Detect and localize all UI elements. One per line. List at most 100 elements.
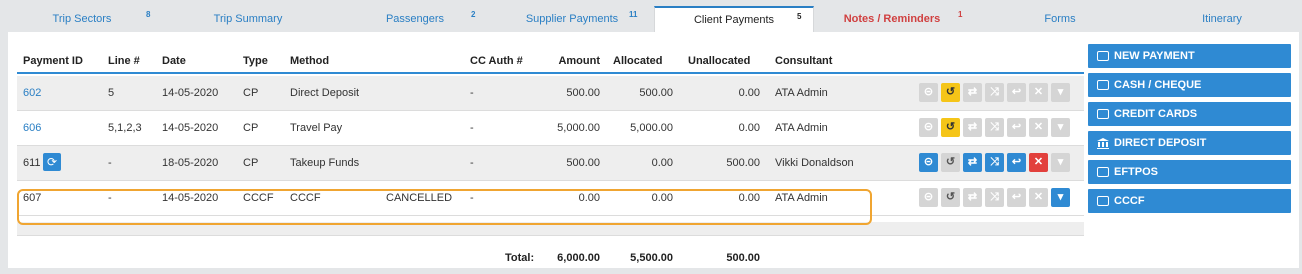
credit-cards-button[interactable]: CREDIT CARDS bbox=[1088, 102, 1291, 126]
direct-deposit-button[interactable]: DIRECT DEPOSIT bbox=[1088, 131, 1291, 155]
row-actions: ⊝ ↺ ⇄ ⤨ ↩ ✕ ▾ bbox=[919, 118, 1070, 137]
cell-date: 14-05-2020 bbox=[162, 122, 219, 134]
tab-forms[interactable]: Forms bbox=[970, 6, 1150, 32]
chevron-down-icon[interactable]: ▾ bbox=[1051, 153, 1070, 172]
cell-date: 18-05-2020 bbox=[162, 157, 219, 169]
cell-allocated: 500.00 bbox=[639, 87, 673, 99]
cell-method: Travel Pay bbox=[290, 122, 343, 134]
row-actions: ⊝ ↺ ⇄ ⤨ ↩ ✕ ▾ bbox=[919, 153, 1070, 172]
transfer-icon[interactable]: ⇄ bbox=[963, 153, 982, 172]
transfer-icon[interactable]: ⇄ bbox=[963, 83, 982, 102]
cash-cheque-button[interactable]: CASH / CHEQUE bbox=[1088, 73, 1291, 97]
cell-method: Takeup Funds bbox=[290, 157, 360, 169]
tab-passengers[interactable]: Passengers 2 bbox=[340, 6, 490, 32]
tab-label: Passengers bbox=[385, 13, 445, 25]
col-allocated: Allocated bbox=[613, 55, 663, 67]
tab-client-payments[interactable]: Client Payments 5 bbox=[654, 6, 814, 32]
chevron-down-icon[interactable]: ▾ bbox=[1051, 118, 1070, 137]
new-payment-button[interactable]: NEW PAYMENT bbox=[1088, 44, 1291, 68]
cell-type: CP bbox=[243, 87, 259, 99]
cell-type: CP bbox=[243, 157, 259, 169]
tab-notes-reminders[interactable]: Notes / Reminders 1 bbox=[814, 6, 970, 32]
reply-icon[interactable]: ↩ bbox=[1007, 83, 1026, 102]
refresh-icon[interactable]: ⟳ bbox=[43, 153, 61, 171]
tab-badge: 2 bbox=[471, 10, 476, 19]
cell-unallocated: 0.00 bbox=[738, 122, 760, 134]
chevron-down-icon[interactable]: ▾ bbox=[1051, 188, 1070, 207]
view-icon[interactable]: ⊝ bbox=[919, 153, 938, 172]
close-icon[interactable]: ✕ bbox=[1029, 188, 1048, 207]
col-line: Line # bbox=[108, 55, 140, 67]
cell-consultant: Vikki Donaldson bbox=[775, 157, 854, 169]
bank-icon bbox=[1097, 137, 1109, 149]
row-highlight-outline bbox=[17, 189, 872, 225]
transfer-icon[interactable]: ⇄ bbox=[963, 188, 982, 207]
view-icon[interactable]: ⊝ bbox=[919, 188, 938, 207]
money-icon bbox=[1097, 196, 1109, 206]
cell-amount: 500.00 bbox=[566, 87, 600, 99]
table-row: 611 ⟳ - 18-05-2020 CP Takeup Funds - 500… bbox=[17, 146, 1084, 181]
shuffle-icon[interactable]: ⤨ bbox=[985, 118, 1004, 137]
col-consultant: Consultant bbox=[775, 55, 833, 67]
undo-icon[interactable]: ↺ bbox=[941, 153, 960, 172]
reply-icon[interactable]: ↩ bbox=[1007, 118, 1026, 137]
reply-icon[interactable]: ↩ bbox=[1007, 153, 1026, 172]
payment-id-link[interactable]: 606 bbox=[23, 122, 41, 134]
button-label: CASH / CHEQUE bbox=[1114, 79, 1202, 91]
cell-amount: 500.00 bbox=[566, 157, 600, 169]
reply-icon[interactable]: ↩ bbox=[1007, 188, 1026, 207]
cell-line: 5,1,2,3 bbox=[108, 122, 142, 134]
cell-consultant: ATA Admin bbox=[775, 87, 828, 99]
undo-icon[interactable]: ↺ bbox=[941, 188, 960, 207]
tab-badge: 11 bbox=[629, 10, 638, 19]
tab-badge: 5 bbox=[797, 12, 802, 21]
col-amount: Amount bbox=[558, 55, 600, 67]
money-icon bbox=[1097, 51, 1109, 61]
cccf-button[interactable]: CCCF bbox=[1088, 189, 1291, 213]
close-icon[interactable]: ✕ bbox=[1029, 153, 1048, 172]
col-payment-id: Payment ID bbox=[23, 55, 83, 67]
transfer-icon[interactable]: ⇄ bbox=[963, 118, 982, 137]
cell-payment-id: 611 bbox=[23, 157, 41, 169]
total-amount: 6,000.00 bbox=[557, 252, 600, 264]
button-label: NEW PAYMENT bbox=[1114, 50, 1195, 62]
tab-trip-sectors[interactable]: Trip Sectors 8 bbox=[8, 6, 156, 32]
cell-amount: 5,000.00 bbox=[557, 122, 600, 134]
tab-label: Itinerary bbox=[1202, 13, 1242, 25]
tab-badge: 1 bbox=[958, 10, 963, 19]
shuffle-icon[interactable]: ⤨ bbox=[985, 83, 1004, 102]
cell-type: CP bbox=[243, 122, 259, 134]
close-icon[interactable]: ✕ bbox=[1029, 83, 1048, 102]
shuffle-icon[interactable]: ⤨ bbox=[985, 153, 1004, 172]
cell-unallocated: 0.00 bbox=[738, 87, 760, 99]
undo-icon[interactable]: ↺ bbox=[941, 118, 960, 137]
col-method: Method bbox=[290, 55, 330, 67]
view-icon[interactable]: ⊝ bbox=[919, 118, 938, 137]
total-allocated: 5,500.00 bbox=[630, 252, 673, 264]
shuffle-icon[interactable]: ⤨ bbox=[985, 188, 1004, 207]
money-icon bbox=[1097, 167, 1109, 177]
cell-cc-auth: - bbox=[470, 87, 474, 99]
tab-supplier-payments[interactable]: Supplier Payments 11 bbox=[490, 6, 654, 32]
button-label: CCCF bbox=[1114, 195, 1145, 207]
eftpos-button[interactable]: EFTPOS bbox=[1088, 160, 1291, 184]
tab-label: Forms bbox=[1044, 13, 1076, 25]
cell-allocated: 0.00 bbox=[651, 157, 673, 169]
button-label: DIRECT DEPOSIT bbox=[1114, 137, 1207, 149]
row-actions: ⊝ ↺ ⇄ ⤨ ↩ ✕ ▾ bbox=[919, 83, 1070, 102]
view-icon[interactable]: ⊝ bbox=[919, 83, 938, 102]
payment-id-link[interactable]: 602 bbox=[23, 87, 41, 99]
close-icon[interactable]: ✕ bbox=[1029, 118, 1048, 137]
chevron-down-icon[interactable]: ▾ bbox=[1051, 83, 1070, 102]
cell-date: 14-05-2020 bbox=[162, 87, 219, 99]
undo-icon[interactable]: ↺ bbox=[941, 83, 960, 102]
cell-line: - bbox=[108, 157, 112, 169]
tab-itinerary[interactable]: Itinerary bbox=[1150, 6, 1294, 32]
cell-unallocated: 500.00 bbox=[726, 157, 760, 169]
tab-bar: Trip Sectors 8 Trip Summary Passengers 2… bbox=[0, 0, 1302, 32]
table-row: 606 5,1,2,3 14-05-2020 CP Travel Pay - 5… bbox=[17, 111, 1084, 146]
tab-trip-summary[interactable]: Trip Summary bbox=[156, 6, 340, 32]
button-label: EFTPOS bbox=[1114, 166, 1159, 178]
tab-label: Supplier Payments bbox=[525, 13, 619, 25]
col-cc-auth: CC Auth # bbox=[470, 55, 523, 67]
